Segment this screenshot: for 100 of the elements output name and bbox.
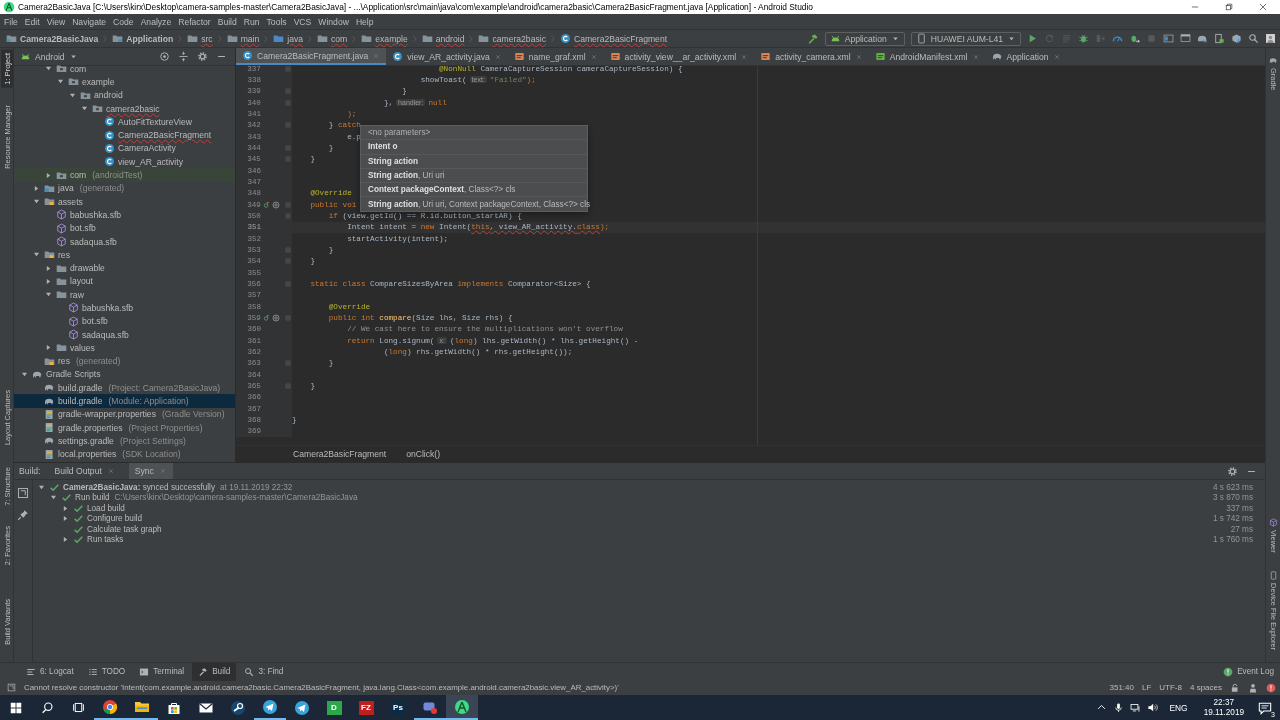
tree-item[interactable]: values — [14, 341, 235, 355]
error-icon[interactable] — [1266, 682, 1276, 693]
tree-item[interactable]: babushka.sfb — [14, 301, 235, 315]
panel-tab[interactable]: Build Output — [48, 463, 121, 479]
editor-tab[interactable]: Application — [985, 48, 1067, 65]
layout-icon[interactable] — [1163, 33, 1174, 44]
editor-tab[interactable]: activity_camera.xml — [754, 48, 869, 65]
maximize-icon[interactable] — [1224, 2, 1234, 12]
breadcrumb-item[interactable]: android — [421, 33, 465, 44]
clock-date[interactable]: 19.11.2019 — [1203, 707, 1244, 718]
tree-item[interactable]: gradle.properties (Project Properties) — [14, 421, 235, 435]
breadcrumb-item[interactable]: src — [187, 33, 213, 44]
elephant-icon[interactable] — [1197, 33, 1208, 44]
tree-item[interactable]: bot.sfb — [14, 221, 235, 235]
fold-marker-icon[interactable] — [284, 381, 292, 390]
expand-arrow-icon[interactable] — [61, 535, 70, 545]
tree-item[interactable]: assets — [14, 194, 235, 209]
tree-item[interactable]: CameraActivity — [14, 141, 235, 156]
breadcrumb-item[interactable]: onClick() — [406, 449, 441, 459]
menu-item[interactable]: Analyze — [140, 16, 172, 27]
menu-item[interactable]: Tools — [266, 16, 287, 27]
device-dropdown[interactable]: HUAWEI AUM-L41 — [910, 31, 1021, 46]
language-indicator[interactable]: ENG — [1169, 702, 1188, 713]
network-icon[interactable] — [1130, 702, 1142, 713]
tool-window-button[interactable]: 6: Logcat — [20, 662, 80, 681]
editor-tab[interactable]: AndroidManifest.xml — [868, 48, 986, 65]
breadcrumb-item[interactable]: java — [273, 33, 304, 44]
tree-item[interactable]: res (generated) — [14, 354, 235, 368]
tree-item[interactable]: bot.sfb — [14, 314, 235, 328]
breadcrumb-item[interactable]: com — [317, 33, 348, 44]
tree-item[interactable]: layout — [14, 274, 235, 289]
expand-arrow-icon[interactable] — [44, 276, 53, 286]
fold-marker-icon[interactable] — [284, 121, 292, 130]
build-step[interactable]: Calculate task graph — [87, 524, 162, 534]
parameter-option[interactable]: String action — [361, 153, 587, 168]
breadcrumb-item[interactable]: Camera2BasicFragment — [293, 449, 387, 459]
menu-item[interactable]: Run — [243, 16, 260, 27]
taskbar-app[interactable]: FZ — [350, 695, 382, 720]
expand-arrow-icon[interactable] — [44, 343, 53, 353]
lock-icon[interactable] — [1230, 682, 1240, 693]
fold-marker-icon[interactable] — [284, 279, 292, 288]
inspector-icon[interactable] — [1248, 682, 1258, 693]
settings-icon[interactable] — [1227, 465, 1238, 477]
build-step[interactable]: Load build — [87, 503, 125, 513]
tree-item[interactable]: res — [14, 248, 235, 262]
bug-icon[interactable] — [1078, 33, 1089, 44]
phone-icon[interactable] — [1214, 33, 1225, 44]
parameter-option[interactable]: String action, Uri uri — [361, 167, 587, 183]
tree-item[interactable]: camera2basic — [14, 101, 235, 116]
bug-icon[interactable] — [1129, 33, 1140, 44]
breadcrumb-item[interactable]: example — [361, 33, 408, 44]
menu-item[interactable]: Help — [355, 16, 374, 27]
tool-window-button[interactable]: Build — [192, 662, 237, 681]
notification-icon[interactable] — [1258, 700, 1272, 715]
encoding-selector[interactable]: UTF-8 — [1159, 683, 1182, 692]
menu-item[interactable]: Edit — [24, 16, 40, 27]
fold-marker-icon[interactable] — [284, 313, 292, 322]
parameter-option[interactable]: Context packageContext, Class<?> cls — [361, 182, 587, 197]
tree-item[interactable]: view_AR_activity — [14, 155, 235, 169]
tree-item[interactable]: build.gradle (Project: Camera2BasicJava) — [14, 381, 235, 395]
breadcrumb-item[interactable]: main — [226, 33, 260, 44]
tree-item[interactable]: gradle-wrapper.properties (Gradle Version) — [14, 407, 235, 421]
tree-item[interactable]: com — [14, 62, 235, 76]
fold-marker-icon[interactable] — [284, 87, 292, 96]
menu-item[interactable]: File — [4, 16, 18, 27]
menu-item[interactable]: Code — [113, 16, 134, 27]
editor-tab[interactable]: Camera2BasicFragment.java — [236, 48, 387, 65]
build-step[interactable]: Configure build — [87, 514, 143, 524]
build-step[interactable]: Camera2BasicJava: synced successfully — [63, 482, 216, 492]
build-step[interactable]: Run build — [75, 493, 110, 503]
menu-item[interactable]: Build — [217, 16, 237, 27]
window-icon[interactable] — [7, 683, 16, 692]
fold-marker-icon[interactable] — [284, 211, 292, 220]
expand-arrow-icon[interactable] — [61, 503, 70, 513]
caret-position[interactable]: 351:40 — [1109, 683, 1134, 692]
line-separator-selector[interactable]: LF — [1141, 683, 1152, 692]
tree-item[interactable]: sadaqua.sfb — [14, 234, 235, 249]
user-icon[interactable] — [1265, 33, 1276, 44]
settings-icon[interactable] — [197, 51, 208, 62]
clock-time[interactable]: 22:37 — [1213, 697, 1235, 708]
fold-marker-icon[interactable] — [284, 245, 292, 254]
menu-item[interactable]: Navigate — [72, 16, 107, 27]
close-icon[interactable] — [1258, 2, 1268, 12]
package-download-icon[interactable] — [1231, 33, 1242, 44]
expand-arrow-icon[interactable] — [44, 263, 53, 273]
task-view-icon[interactable] — [72, 701, 85, 714]
gauge-icon[interactable] — [1112, 33, 1123, 44]
hammer-icon[interactable] — [806, 32, 819, 45]
fold-marker-icon[interactable] — [284, 143, 292, 152]
tree-item[interactable]: settings.gradle (Project Settings) — [14, 434, 235, 448]
fold-marker-icon[interactable] — [284, 359, 292, 368]
restore-icon[interactable] — [17, 487, 29, 499]
tree-item[interactable]: Gradle Scripts — [14, 367, 235, 382]
breadcrumb-item[interactable]: Application — [112, 33, 174, 44]
tree-item[interactable]: local.properties (SDK Location) — [14, 447, 235, 461]
breadcrumb-item[interactable]: Camera2BasicFragment — [559, 33, 668, 44]
parameter-option[interactable]: <no parameters> — [361, 126, 587, 140]
tree-item[interactable]: babushka.sfb — [14, 208, 235, 222]
taskbar-app[interactable]: D — [318, 695, 350, 720]
menu-item[interactable]: Refactor — [178, 16, 211, 27]
